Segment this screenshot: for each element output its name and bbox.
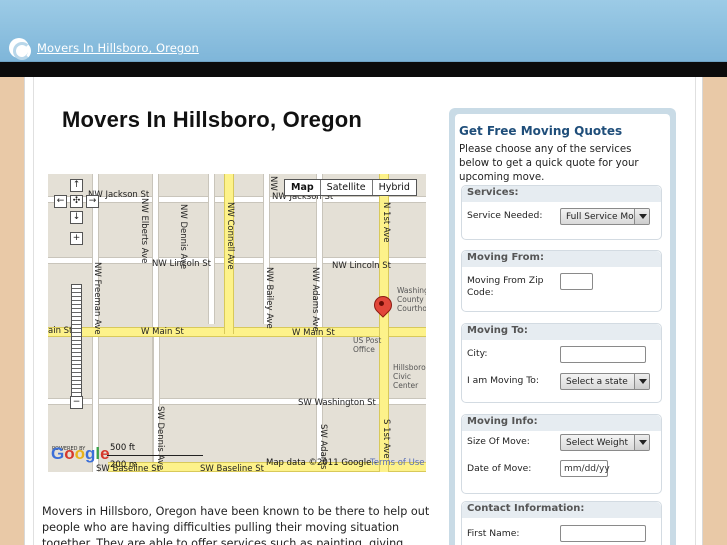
location-marker-icon[interactable]	[374, 296, 390, 318]
size-of-move-label: Size Of Move:	[467, 436, 530, 447]
scale-m-label: 200 m	[110, 460, 138, 470]
intro-paragraph: Movers in Hillsboro, Oregon have been kn…	[42, 505, 430, 545]
moving-info-section: Moving Info: Size Of Move: Select Weight…	[461, 414, 662, 494]
street-label: NW Connell Ave	[225, 202, 235, 270]
street-label: ain St	[48, 326, 73, 336]
zoom-in-icon[interactable]: +	[70, 232, 83, 245]
map-data-attribution: Map data ©2011 Google -	[266, 458, 378, 468]
street-label: NW Adams Ave	[310, 267, 320, 332]
moving-to-state-label: I am Moving To:	[467, 375, 540, 386]
zoom-out-icon[interactable]: −	[70, 396, 83, 409]
move-date-input[interactable]: mm/dd/yy	[560, 460, 610, 477]
city-input[interactable]	[560, 346, 646, 363]
nav-strip	[0, 62, 727, 77]
map-type-control: Map Satellite Hybrid	[284, 179, 417, 196]
street-label: S 1st Ave	[381, 419, 391, 459]
chevron-down-icon	[634, 435, 649, 450]
google-map[interactable]: NW Jackson St NW Jackson St NW Lincoln S…	[48, 174, 426, 472]
street-label: NW Freeman Ave	[92, 262, 102, 335]
service-needed-select[interactable]: Full Service Moving	[560, 208, 650, 225]
move-size-select[interactable]: Select Weight	[560, 434, 650, 451]
section-heading: Moving Info:	[462, 415, 661, 431]
select-value: Select Weight	[566, 438, 628, 448]
street-label: W Main St	[141, 327, 184, 337]
zip-code-input[interactable]	[560, 273, 593, 290]
pan-reset-icon[interactable]: ✣	[70, 195, 83, 208]
contact-section: Contact Information: First Name:	[461, 501, 662, 545]
site-link-text: Movers In Hillsboro, Oregon	[37, 41, 199, 55]
state-select[interactable]: Select a state	[560, 373, 650, 390]
poi-label: Washington County Courthouse	[397, 286, 426, 313]
pan-up-icon[interactable]: ↑	[70, 179, 83, 192]
pan-down-icon[interactable]: ↓	[70, 211, 83, 224]
street-label: SW Washington St	[298, 398, 376, 408]
select-value: Select a state	[566, 377, 628, 387]
zoom-slider[interactable]	[71, 284, 82, 400]
moving-to-section: Moving To: City: I am Moving To: Select …	[461, 323, 662, 403]
google-logo[interactable]: Google	[51, 444, 110, 464]
site-logo-icon	[9, 38, 31, 60]
street-label: NW Elberts Ave	[139, 198, 149, 264]
section-heading: Moving From:	[462, 251, 661, 267]
quote-panel-title: Get Free Moving Quotes	[459, 124, 623, 138]
poi-label: Hillsboro Civic Center	[393, 363, 426, 390]
top-banner: Movers In Hillsboro, Oregon	[0, 0, 727, 62]
service-needed-label: Service Needed:	[467, 210, 543, 221]
map-background	[48, 174, 426, 472]
street-label: NW Bailey Ave	[264, 267, 274, 329]
map-type-map-button[interactable]: Map	[285, 180, 320, 195]
date-of-move-label: Date of Move:	[467, 463, 532, 474]
chevron-down-icon	[634, 209, 649, 224]
map-type-satellite-button[interactable]: Satellite	[319, 180, 372, 195]
city-label: City:	[467, 348, 488, 359]
street-label: SW Dennis Ave	[155, 406, 165, 471]
page-title: Movers In Hillsboro, Oregon	[62, 107, 362, 132]
street-label: N 1st Ave	[381, 202, 391, 243]
poi-label: US Post Office	[353, 336, 382, 354]
map-road	[208, 174, 215, 324]
first-name-label: First Name:	[467, 528, 520, 539]
chevron-down-icon	[634, 374, 649, 389]
street-label: NW	[268, 176, 278, 191]
street-label: NW Dennis Ave	[178, 204, 188, 270]
zip-code-label: Moving From Zip Code:	[467, 275, 544, 298]
site-home-link[interactable]: Movers In Hillsboro, Oregon	[9, 38, 199, 60]
street-label: SW Baseline St	[200, 464, 264, 472]
section-heading: Services:	[462, 186, 661, 202]
pan-left-icon[interactable]: ←	[54, 195, 67, 208]
section-heading: Contact Information:	[462, 502, 661, 518]
services-section: Services: Service Needed: Full Service M…	[461, 185, 662, 240]
map-type-hybrid-button[interactable]: Hybrid	[371, 180, 416, 195]
street-label: NW Lincoln St	[332, 261, 392, 271]
terms-of-use-link[interactable]: Terms of Use	[370, 458, 425, 468]
section-heading: Moving To:	[462, 324, 661, 340]
pan-right-icon[interactable]: →	[86, 195, 99, 208]
quote-panel-description: Please choose any of the services below …	[459, 144, 639, 183]
first-name-input[interactable]	[560, 525, 646, 542]
scale-bar	[107, 455, 203, 456]
moving-from-section: Moving From: Moving From Zip Code:	[461, 250, 662, 312]
scale-ft-label: 500 ft	[110, 443, 136, 453]
